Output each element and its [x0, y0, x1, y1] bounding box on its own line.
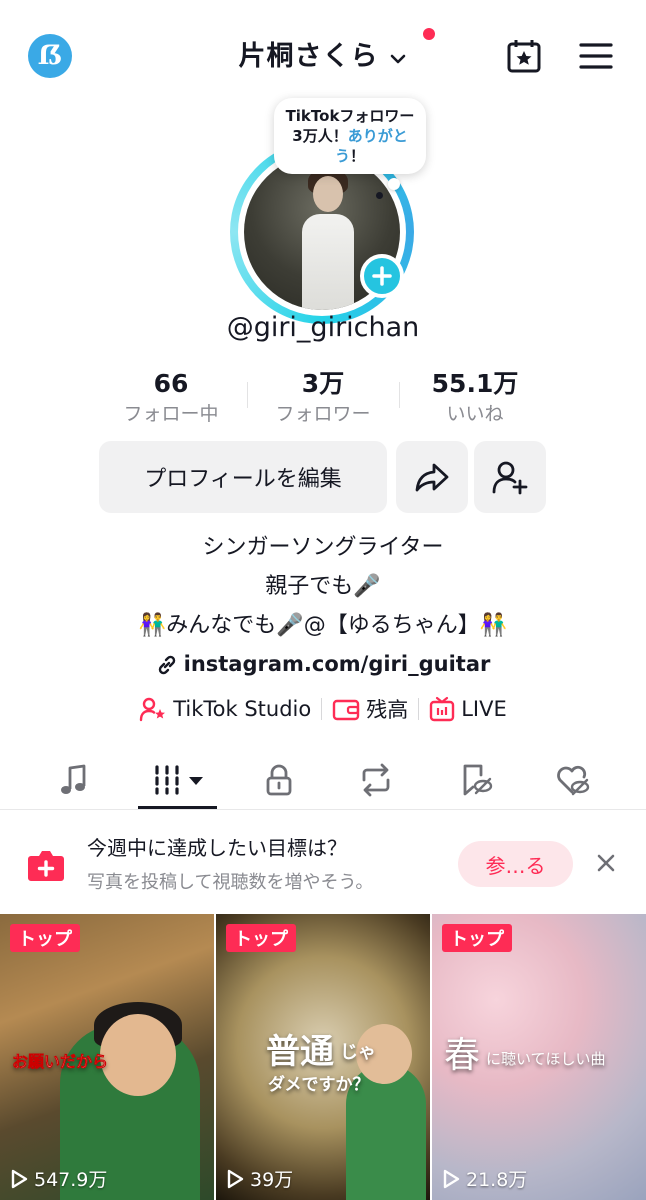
add-story-button[interactable] [360, 254, 404, 298]
video-caption: お願いだから [12, 1052, 109, 1072]
calendar-star-button[interactable] [502, 34, 546, 78]
following-label: フォロー中 [123, 403, 219, 425]
goal-prompt-banner: 今週中に達成したい目標は？ 写真を投稿して視聴数を増やそう。 参…る [0, 818, 646, 908]
promo-close-button[interactable] [591, 848, 621, 878]
liked-hidden-icon [557, 765, 590, 796]
bio-link-text: instagram.com/giri_guitar [183, 652, 491, 676]
share-profile-button[interactable] [396, 441, 468, 513]
video-caption: 春 [444, 1035, 481, 1076]
following-count: 66 [153, 369, 189, 398]
video-caption-small: じゃ [340, 1042, 376, 1063]
bookmark-hidden-icon [463, 764, 493, 796]
tab-private[interactable] [249, 758, 309, 802]
account-switcher[interactable]: 片桐さくら [0, 34, 646, 73]
play-icon [11, 1169, 28, 1188]
view-count: 39万 [226, 1165, 293, 1192]
thought-bubble[interactable]: TikTokフォロワー3万人！ありがとう！ [274, 98, 426, 174]
music-note-icon [61, 764, 86, 794]
balance-label: 残高 [366, 698, 409, 722]
video-grid: お願いだから トップ 547.9万 普通 じゃ ダメですか？ トップ 39万 春… [0, 914, 646, 1200]
bio-link-row: instagram.com/giri_guitar [0, 645, 646, 689]
video-caption-small: に聴いてほしい曲 [486, 1050, 606, 1068]
followers-count: 3万 [301, 369, 345, 398]
tiktok-studio-label: TikTok Studio [173, 697, 312, 721]
add-photo-icon [28, 851, 64, 881]
add-user-icon [492, 461, 528, 495]
link-icon [158, 655, 175, 674]
tab-videos[interactable] [148, 758, 208, 802]
followers-label: フォロワー [275, 403, 371, 425]
followers-stat[interactable]: 3万 フォロワー [247, 368, 399, 430]
add-friend-button[interactable] [474, 441, 546, 513]
share-arrow-icon [415, 463, 449, 492]
view-count: 547.9万 [10, 1165, 107, 1192]
view-count-value: 547.9万 [34, 1169, 108, 1191]
videos-grid-icon [155, 765, 203, 795]
notification-dot [423, 28, 435, 40]
content-tabs [0, 748, 646, 810]
play-icon [227, 1169, 244, 1188]
bio-line: 親子でも🎤 [265, 574, 381, 599]
live-tv-icon [430, 696, 455, 722]
bio-link[interactable]: instagram.com/giri_guitar [156, 645, 491, 684]
live-link[interactable]: LIVE [419, 696, 517, 722]
tab-music[interactable] [44, 758, 104, 802]
top-badge: トップ [226, 924, 296, 952]
edit-profile-button[interactable]: プロフィールを編集 [99, 441, 387, 513]
bio-line: 👫みんなでも🎤@【ゆるちゃん】👫 [138, 613, 508, 638]
likes-count: 55.1万 [431, 369, 519, 398]
promo-cta-button[interactable]: 参…る [458, 841, 573, 887]
wallet-icon [333, 699, 360, 721]
top-bar: ẞ 片桐さくら [0, 0, 646, 110]
close-icon [597, 854, 615, 872]
tab-reposts[interactable] [346, 758, 406, 802]
top-badge: トップ [442, 924, 512, 952]
play-icon [443, 1169, 460, 1188]
creator-tools: TikTok Studio 残高 LIVE [0, 694, 646, 724]
bubble-tail-dot-small [376, 192, 383, 199]
profile-bio: シンガーソングライター 親子でも🎤 👫みんなでも🎤@【ゆるちゃん】👫 insta… [0, 528, 646, 689]
likes-stat[interactable]: 55.1万 いいね [399, 368, 551, 430]
bio-line: シンガーソングライター [202, 535, 444, 560]
view-count-value: 21.8万 [466, 1169, 528, 1191]
bubble-text-end: ！ [350, 147, 366, 165]
video-thumbnail[interactable]: 春 に聴いてほしい曲 トップ 21.8万 [432, 914, 646, 1200]
active-tab-indicator [138, 806, 217, 809]
lock-icon [266, 764, 292, 796]
menu-button[interactable] [574, 34, 618, 78]
hamburger-menu-icon [579, 43, 613, 69]
promo-subtitle: 写真を投稿して視聴数を増やそう。 [87, 872, 374, 893]
video-thumbnail[interactable]: 普通 じゃ ダメですか？ トップ 39万 [216, 914, 430, 1200]
balance-link[interactable]: 残高 [322, 694, 418, 724]
following-stat[interactable]: 66 フォロー中 [95, 368, 247, 430]
video-caption-sub: ダメですか？ [268, 1075, 370, 1095]
tiktok-studio-link[interactable]: TikTok Studio [129, 696, 321, 722]
top-badge: トップ [10, 924, 80, 952]
repost-icon [362, 763, 390, 797]
tab-saved[interactable] [446, 758, 506, 802]
tab-liked[interactable] [542, 758, 602, 802]
video-caption: 普通 [266, 1032, 334, 1072]
view-count: 21.8万 [442, 1165, 527, 1192]
view-count-value: 39万 [250, 1169, 294, 1191]
bubble-tail-dot [388, 178, 400, 190]
person-star-icon [140, 697, 166, 722]
display-name: 片桐さくら [238, 41, 379, 72]
plus-icon [372, 266, 392, 286]
calendar-star-icon [507, 40, 541, 73]
chevron-down-icon [388, 49, 408, 73]
video-thumbnail[interactable]: お願いだから トップ 547.9万 [0, 914, 214, 1200]
likes-label: いいね [446, 403, 504, 425]
profile-stats: 66 フォロー中 3万 フォロワー 55.1万 いいね [95, 368, 551, 430]
username: @giri_girichan [226, 312, 420, 343]
live-label: LIVE [461, 697, 507, 721]
promo-title: 今週中に達成したい目標は？ [87, 836, 347, 860]
